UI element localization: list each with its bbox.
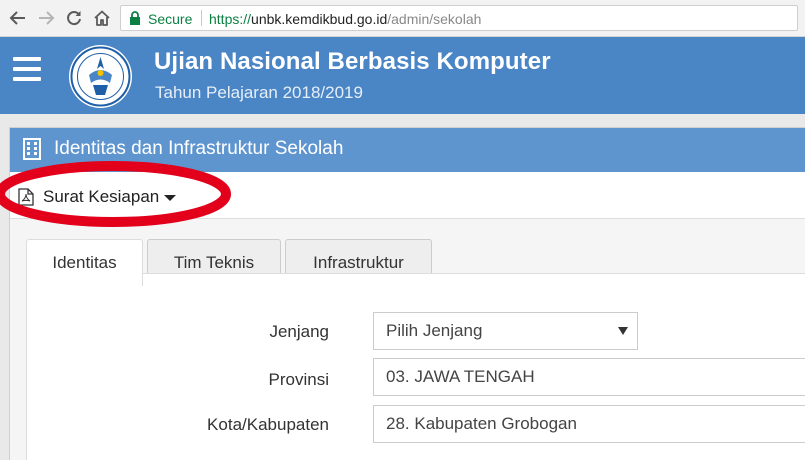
home-button[interactable] — [90, 6, 114, 30]
provinsi-field[interactable]: 03. JAWA TENGAH — [373, 358, 805, 396]
back-icon — [9, 11, 25, 25]
reload-button[interactable] — [62, 6, 86, 30]
emblem-icon — [70, 46, 131, 107]
url-scheme: https:// — [209, 11, 252, 27]
tab-label: Tim Teknis — [173, 252, 255, 272]
panel-title: Identitas dan Infrastruktur Sekolah — [54, 138, 344, 159]
home-icon — [94, 10, 110, 26]
url-path: /admin/sekolah — [387, 11, 482, 27]
hamburger-bar — [13, 57, 41, 61]
highlight-ellipse — [0, 161, 231, 227]
tab-label: Infrastruktur — [313, 252, 404, 272]
tab-area: Identitas Tim Teknis Infrastruktur Jenja… — [10, 219, 805, 460]
tut-wuri-handayani-logo — [69, 45, 132, 108]
lock-icon — [130, 11, 140, 25]
app-header: Ujian Nasional Berbasis Komputer Tahun P… — [0, 37, 805, 114]
url-text[interactable]: https://unbk.kemdikbud.go.id/admin/sekol… — [209, 11, 481, 27]
tab-label: Identitas — [52, 253, 117, 272]
jenjang-select[interactable]: Pilih Jenjang — [373, 312, 638, 350]
kota-kabupaten-field[interactable]: 28. Kabupaten Grobogan — [373, 405, 805, 443]
back-button[interactable] — [6, 6, 30, 30]
jenjang-select-value: Pilih Jenjang — [386, 321, 483, 340]
tab-content-identitas: Jenjang Pilih Jenjang Provinsi 03. JAWA … — [26, 273, 805, 460]
omnibox-divider — [201, 10, 202, 26]
url-host: unbk.kemdikbud.go.id — [251, 11, 388, 27]
secure-label: Secure — [148, 11, 193, 27]
forward-icon — [39, 11, 55, 25]
tab-identitas[interactable]: Identitas — [26, 239, 143, 286]
address-bar[interactable]: Secure https://unbk.kemdikbud.go.id/admi… — [120, 5, 798, 31]
provinsi-value: 03. JAWA TENGAH — [386, 367, 535, 386]
building-icon — [23, 138, 41, 160]
hamburger-bar — [13, 67, 41, 71]
jenjang-label: Jenjang — [269, 322, 329, 341]
kota-kabupaten-value: 28. Kabupaten Grobogan — [386, 414, 577, 433]
browser-toolbar: Secure https://unbk.kemdikbud.go.id/admi… — [0, 0, 805, 37]
app-subtitle: Tahun Pelajaran 2018/2019 — [155, 83, 363, 102]
select-arrow-icon — [618, 327, 628, 335]
provinsi-label: Provinsi — [268, 370, 329, 389]
reload-icon — [67, 11, 81, 26]
hamburger-bar — [13, 77, 41, 81]
kota-kabupaten-label: Kota/Kabupaten — [207, 415, 329, 434]
forward-button[interactable] — [34, 6, 58, 30]
app-title: Ujian Nasional Berbasis Komputer — [154, 48, 551, 75]
menu-toggle-button[interactable] — [13, 57, 43, 87]
